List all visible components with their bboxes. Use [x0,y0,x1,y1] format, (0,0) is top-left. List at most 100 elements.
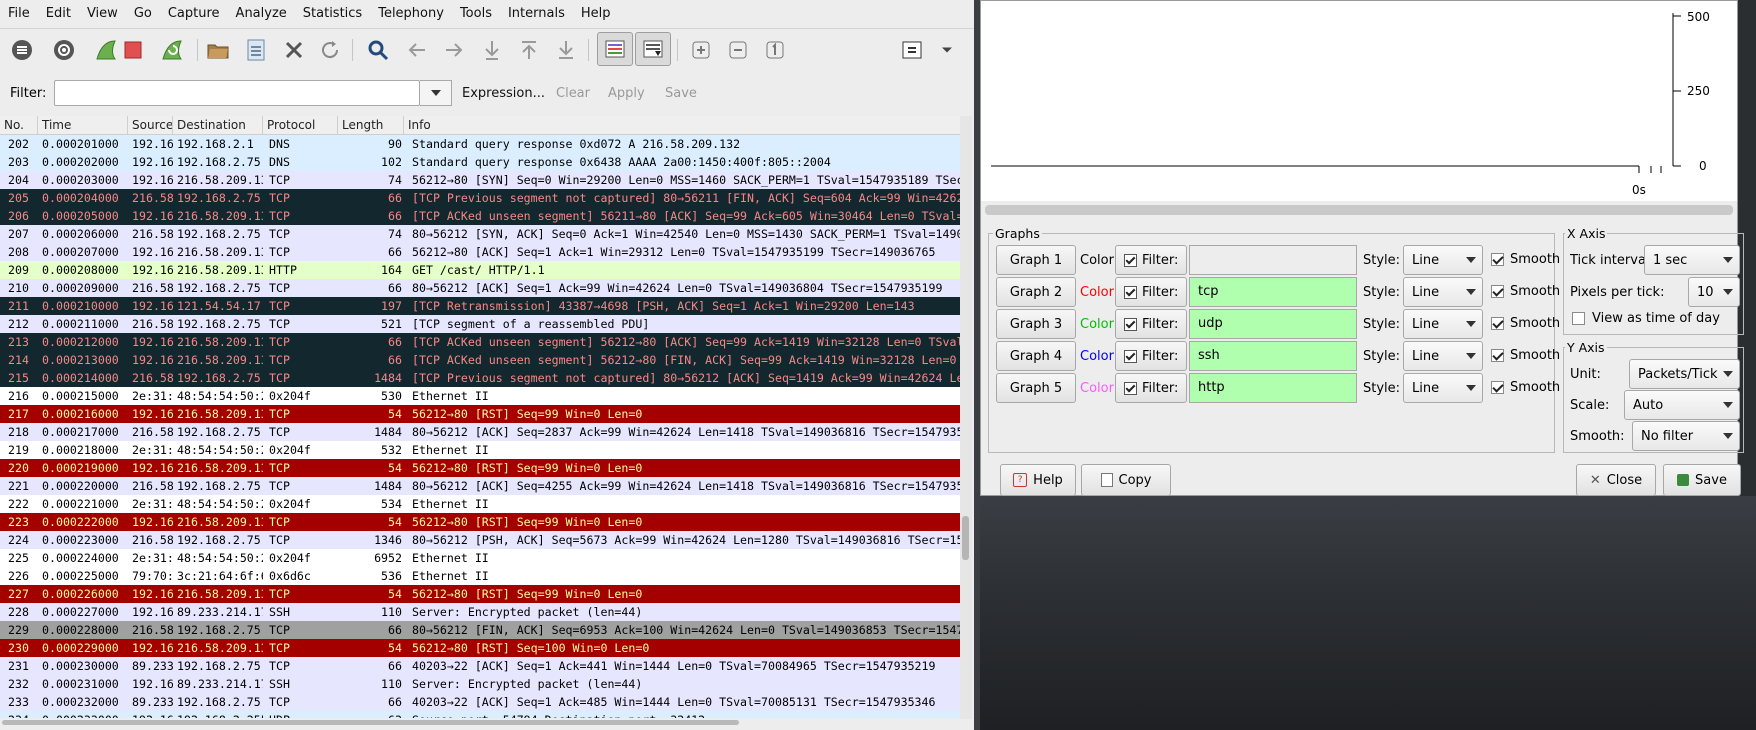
zoom-in-icon[interactable] [686,36,716,64]
column-header-protocol[interactable]: Protocol [263,116,338,134]
graph-toggle-button[interactable]: Graph 5 [996,373,1076,403]
smooth-checkbox[interactable] [1491,285,1504,298]
menu-analyze[interactable]: Analyze [228,0,295,28]
graph-color-label[interactable]: Color [1080,317,1114,332]
table-row[interactable]: 220 0.000219000 192.168.2.75 216.58.209.132… [0,459,960,477]
table-row[interactable]: 215 0.000214000 216.58.209.132 192.168.2.75… [0,369,960,387]
column-header-no[interactable]: No. [0,116,38,134]
graph-horizontal-scrollbar[interactable] [985,205,1733,215]
menu-edit[interactable]: Edit [38,0,79,28]
graph-filter-input[interactable]: tcp [1189,277,1357,307]
restart-capture-icon[interactable] [157,36,187,64]
graph-filter-input[interactable]: http [1189,373,1357,403]
filter-toggle-button[interactable]: Filter: [1115,245,1187,275]
go-back-icon[interactable] [402,36,432,64]
table-row[interactable]: 211 0.000210000 192.168.2.75 121.54.54.17 TC… [0,297,960,315]
horizontal-scroll-thumb[interactable] [2,720,739,725]
table-row[interactable]: 223 0.000222000 192.168.2.75 216.58.209.132… [0,513,960,531]
table-row[interactable]: 226 0.000225000 79:70:3a:2f:2f:63 3c:21:64:… [0,567,960,585]
menu-help[interactable]: Help [573,0,619,28]
table-row[interactable]: 204 0.000203000 192.168.2.75 216.58.209.132… [0,171,960,189]
table-row[interactable]: 213 0.000212000 192.168.2.75 216.58.209.132… [0,333,960,351]
copy-button[interactable]: Copy [1081,464,1171,496]
capture-options-icon[interactable] [49,36,79,64]
table-row[interactable]: 205 0.000204000 216.58.209.132 192.168.2.75… [0,189,960,207]
graph-style-select[interactable]: Line [1403,341,1483,371]
packet-list-vertical-scrollbar[interactable] [960,116,972,719]
table-row[interactable]: 209 0.000208000 192.168.2.75 216.58.209.132… [0,261,960,279]
table-row[interactable]: 216 0.000215000 2e:31:2b:1a:f0:4f 48:54:54:… [0,387,960,405]
open-file-icon[interactable] [203,36,233,64]
go-first-icon[interactable] [514,36,544,64]
table-row[interactable]: 233 0.000232000 89.233.214.17 192.168.2.75 T… [0,693,960,711]
table-row[interactable]: 214 0.000213000 192.168.2.75 216.58.209.132… [0,351,960,369]
resize-columns-icon[interactable] [897,36,927,64]
table-row[interactable]: 217 0.000216000 192.168.2.75 216.58.209.132… [0,405,960,423]
table-row[interactable]: 230 0.000229000 192.168.2.75 216.58.209.132… [0,639,960,657]
save-filter-button[interactable]: Save [665,86,697,101]
table-row[interactable]: 221 0.000220000 216.58.209.132 192.168.2.75… [0,477,960,495]
graph-toggle-button[interactable]: Graph 2 [996,277,1076,307]
menu-telephony[interactable]: Telephony [370,0,452,28]
graph-toggle-button[interactable]: Graph 4 [996,341,1076,371]
find-packet-icon[interactable] [363,36,393,64]
table-row[interactable]: 218 0.000217000 216.58.209.132 192.168.2.75… [0,423,960,441]
menu-file[interactable]: File [0,0,38,28]
table-row[interactable]: 212 0.000211000 216.58.209.132 192.168.2.75… [0,315,960,333]
column-header-length[interactable]: Length [338,116,404,134]
close-file-icon[interactable] [279,36,309,64]
menu-internals[interactable]: Internals [500,0,573,28]
graph-style-select[interactable]: Line [1403,277,1483,307]
table-row[interactable]: 202 0.000201000 192.168.2.75 192.168.2.1 DNS… [0,135,960,153]
graph-filter-input[interactable] [1189,245,1357,275]
filter-toggle-button[interactable]: Filter: [1115,341,1187,371]
normal-size-icon[interactable] [760,36,790,64]
display-filter-input[interactable] [54,80,420,106]
table-row[interactable]: 207 0.000206000 216.58.209.132 192.168.2.75… [0,225,960,243]
filter-toggle-button[interactable]: Filter: [1115,309,1187,339]
save-file-icon[interactable] [241,36,271,64]
graph-style-select[interactable]: Line [1403,245,1483,275]
close-button[interactable]: ✕ Close [1576,464,1656,496]
clear-button[interactable]: Clear [556,86,590,101]
smooth-checkbox[interactable] [1491,381,1504,394]
go-to-packet-icon[interactable] [477,36,507,64]
table-row[interactable]: 232 0.000231000 192.168.2.75 89.233.214.17 S… [0,675,960,693]
table-row[interactable]: 210 0.000209000 216.58.209.132 192.168.2.75… [0,279,960,297]
start-capture-icon[interactable] [91,36,121,64]
graph-toggle-button[interactable]: Graph 3 [996,309,1076,339]
menu-capture[interactable]: Capture [160,0,228,28]
expression-button[interactable]: Expression... [462,86,545,101]
filter-toggle-button[interactable]: Filter: [1115,277,1187,307]
graph-color-label[interactable]: Color [1080,253,1114,268]
table-row[interactable]: 231 0.000230000 89.233.214.17 192.168.2.75 T… [0,657,960,675]
pixels-per-tick-select[interactable]: 10 [1688,277,1740,307]
column-header-destination[interactable]: Destination [173,116,263,134]
menu-go[interactable]: Go [126,0,160,28]
zoom-out-icon[interactable] [723,36,753,64]
table-row[interactable]: 224 0.000223000 216.58.209.132 192.168.2.75… [0,531,960,549]
smooth-checkbox[interactable] [1491,253,1504,266]
menu-tools[interactable]: Tools [452,0,500,28]
table-row[interactable]: 229 0.000228000 216.58.209.132 192.168.2.75… [0,621,960,639]
go-last-icon[interactable] [551,36,581,64]
graph-filter-input[interactable]: ssh [1189,341,1357,371]
unit-select[interactable]: Packets/Tick [1629,359,1740,389]
graph-color-label[interactable]: Color [1080,349,1114,364]
interfaces-icon[interactable] [7,36,37,64]
table-row[interactable]: 219 0.000218000 2e:31:2b:1a:f0:4f 48:54:54:… [0,441,960,459]
table-row[interactable]: 228 0.000227000 192.168.2.75 89.233.214.17 S… [0,603,960,621]
table-row[interactable]: 225 0.000224000 2e:31:2b:1a:f0:4f 48:54:54:… [0,549,960,567]
table-row[interactable]: 227 0.000226000 192.168.2.75 216.58.209.132… [0,585,960,603]
menu-statistics[interactable]: Statistics [295,0,370,28]
toolbar-overflow-icon[interactable] [937,36,957,64]
graph-style-select[interactable]: Line [1403,309,1483,339]
colorize-icon[interactable] [597,32,633,66]
table-row[interactable]: 206 0.000205000 192.168.2.75 216.58.209.132… [0,207,960,225]
graph-color-label[interactable]: Color [1080,381,1114,396]
filter-history-dropdown[interactable] [420,80,452,106]
tick-interval-select[interactable]: 1 sec [1644,245,1740,275]
table-row[interactable]: 203 0.000202000 192.168.2.1 192.168.2.75 DNS… [0,153,960,171]
menu-view[interactable]: View [79,0,126,28]
vertical-scroll-thumb[interactable] [962,516,969,560]
